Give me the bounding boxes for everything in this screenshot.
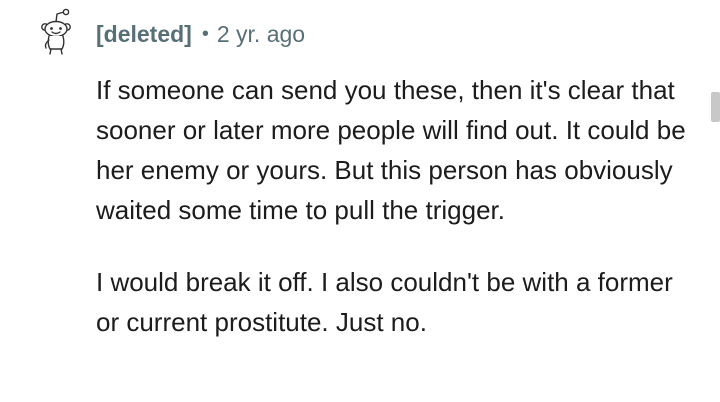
separator-dot: • <box>201 22 209 45</box>
scrollbar-thumb[interactable] <box>711 92 720 122</box>
author-name[interactable]: [deleted] <box>96 21 192 48</box>
snoo-avatar-icon[interactable] <box>36 8 76 58</box>
comment-paragraph: I would break it off. I also couldn't be… <box>96 267 673 337</box>
comment-timestamp[interactable]: 2 yr. ago <box>217 21 305 48</box>
comment-body: If someone can send you these, then it's… <box>96 70 696 342</box>
comment: [deleted] • 2 yr. ago If someone can sen… <box>0 0 720 402</box>
comment-paragraph: If someone can send you these, then it's… <box>96 75 686 225</box>
comment-header: [deleted] • 2 yr. ago <box>96 18 305 50</box>
